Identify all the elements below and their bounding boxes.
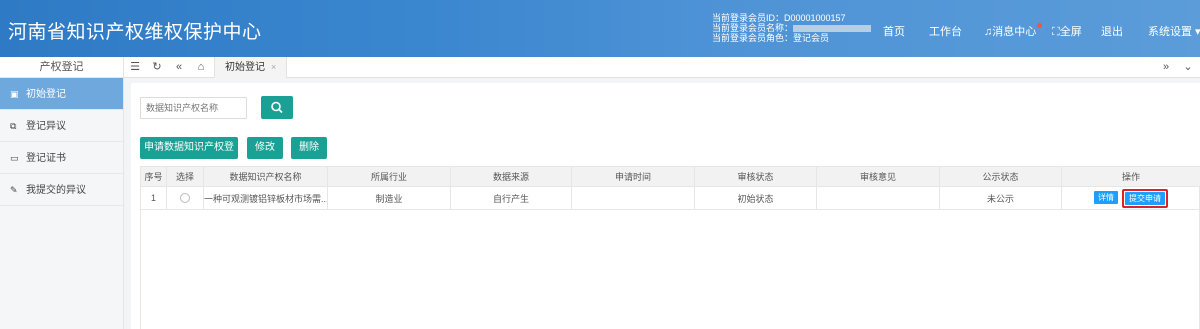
register-icon: ▣ <box>10 89 19 99</box>
col-header: 序号 <box>140 166 167 187</box>
cell-industry: 制造业 <box>327 186 451 210</box>
top-header: 河南省知识产权维权保护中心 当前登录会员ID：D00001000157 当前登录… <box>0 0 1200 57</box>
certificate-icon: ▭ <box>10 153 19 163</box>
sidebar-item-my-objections[interactable]: ✎ 我提交的异议 <box>0 174 123 206</box>
objection-icon: ⧉ <box>10 121 17 131</box>
cell-actions: 详情 提交申请 <box>1061 186 1200 210</box>
col-header: 数据来源 <box>450 166 572 187</box>
nav-home[interactable]: 首页 <box>883 23 905 39</box>
edit-icon: ✎ <box>10 185 18 195</box>
sidebar-item-objection[interactable]: ⧉ 登记异议 <box>0 110 123 142</box>
delete-button[interactable]: 删除 <box>291 137 327 159</box>
nav-workbench[interactable]: 工作台 <box>929 23 962 39</box>
fullscreen-icon: ⛶ <box>1052 26 1060 38</box>
chevron-down-icon[interactable]: ⌄ <box>1180 57 1196 78</box>
col-header: 审核意见 <box>816 166 940 187</box>
cell-source: 自行产生 <box>450 186 572 210</box>
col-header: 公示状态 <box>939 166 1062 187</box>
sidebar-item-initial-register[interactable]: ▣ 初始登记 <box>0 78 123 110</box>
search-icon <box>271 101 283 114</box>
nav-settings[interactable]: 系统设置 ▾ <box>1148 23 1200 39</box>
search-button[interactable] <box>261 96 293 119</box>
col-header: 所属行业 <box>327 166 451 187</box>
cell-publicity-status: 未公示 <box>939 186 1062 210</box>
nav-messages-label: 消息中心 <box>992 26 1037 38</box>
cell-select <box>166 186 204 210</box>
sidebar-item-label: 我提交的异议 <box>26 185 86 196</box>
tab-label: 初始登记 <box>225 62 265 73</box>
sidebar: 产权登记 ▣ 初始登记 ⧉ 登记异议 ▭ 登记证书 ✎ 我提交的异议 <box>0 57 124 329</box>
scroll-right-icon[interactable]: » <box>1158 57 1174 78</box>
submit-application-button[interactable]: 提交申请 <box>1125 191 1165 205</box>
menu-toggle-icon[interactable]: ☰ <box>128 57 142 78</box>
tab-bar: ☰ ↻ « ⌂ 初始登记 × » ⌄ <box>124 57 1200 78</box>
user-role: 当前登录会员角色：登记会员 <box>712 33 830 43</box>
nav-fullscreen-label: 全屏 <box>1059 26 1082 38</box>
nav-messages[interactable]: ♫消息中心 <box>984 23 1043 39</box>
caret-down-icon: ▾ <box>1192 26 1200 38</box>
site-title: 河南省知识产权维权保护中心 <box>8 22 262 43</box>
cell-name: 一种可观测镀铝锌板材市场需... <box>203 186 328 210</box>
sidebar-item-certificate[interactable]: ▭ 登记证书 <box>0 142 123 174</box>
edit-button[interactable]: 修改 <box>247 137 283 159</box>
sidebar-item-label: 登记证书 <box>26 153 66 164</box>
close-icon[interactable]: × <box>271 62 276 72</box>
submit-highlight: 提交申请 <box>1122 188 1168 208</box>
col-header: 申请时间 <box>571 166 695 187</box>
bell-icon: ♫ <box>984 26 993 38</box>
main-content: 申请数据知识产权登记 修改 删除 序号 选择 数据知识产权名称 所属行业 数据来… <box>131 83 1200 329</box>
sidebar-item-label: 登记异议 <box>26 121 66 132</box>
col-header: 操作 <box>1061 166 1200 187</box>
nav-fullscreen[interactable]: ⛶全屏 <box>1052 23 1082 39</box>
user-name-label: 当前登录会员名称： <box>712 23 794 33</box>
apply-register-button[interactable]: 申请数据知识产权登记 <box>140 137 238 175</box>
user-id: 当前登录会员ID：D00001000157 <box>712 13 846 23</box>
user-name-masked <box>793 25 872 33</box>
nav-logout[interactable]: 退出 <box>1101 23 1123 39</box>
cell-apply-time <box>571 186 695 210</box>
search-input[interactable] <box>140 97 247 119</box>
refresh-icon[interactable]: ↻ <box>150 57 164 78</box>
scroll-left-icon[interactable]: « <box>172 57 186 78</box>
col-header: 选择 <box>166 166 204 187</box>
user-info: 当前登录会员ID：D00001000157 当前登录会员名称： 当前登录会员角色… <box>712 13 872 43</box>
sidebar-item-label: 初始登记 <box>26 89 66 100</box>
table-header-row: 序号 选择 数据知识产权名称 所属行业 数据来源 申请时间 审核状态 审核意见 … <box>140 166 1200 187</box>
nav-settings-label: 系统设置 <box>1148 26 1192 38</box>
cell-index: 1 <box>140 186 167 210</box>
tab-initial-register[interactable]: 初始登记 × <box>214 57 288 78</box>
row-select-radio[interactable] <box>180 193 190 204</box>
table-row: 1 一种可观测镀铝锌板材市场需... 制造业 自行产生 初始状态 未公示 详情提… <box>140 186 1200 210</box>
unread-dot <box>1037 23 1043 28</box>
detail-button[interactable]: 详情 <box>1094 191 1118 205</box>
col-header: 审核状态 <box>694 166 817 187</box>
home-icon[interactable]: ⌂ <box>194 57 208 78</box>
cell-review-status: 初始状态 <box>694 186 817 210</box>
sidebar-title: 产权登记 <box>0 57 123 78</box>
data-table: 序号 选择 数据知识产权名称 所属行业 数据来源 申请时间 审核状态 审核意见 … <box>140 166 1200 210</box>
col-header: 数据知识产权名称 <box>203 166 328 187</box>
cell-review-opinion <box>816 186 940 210</box>
